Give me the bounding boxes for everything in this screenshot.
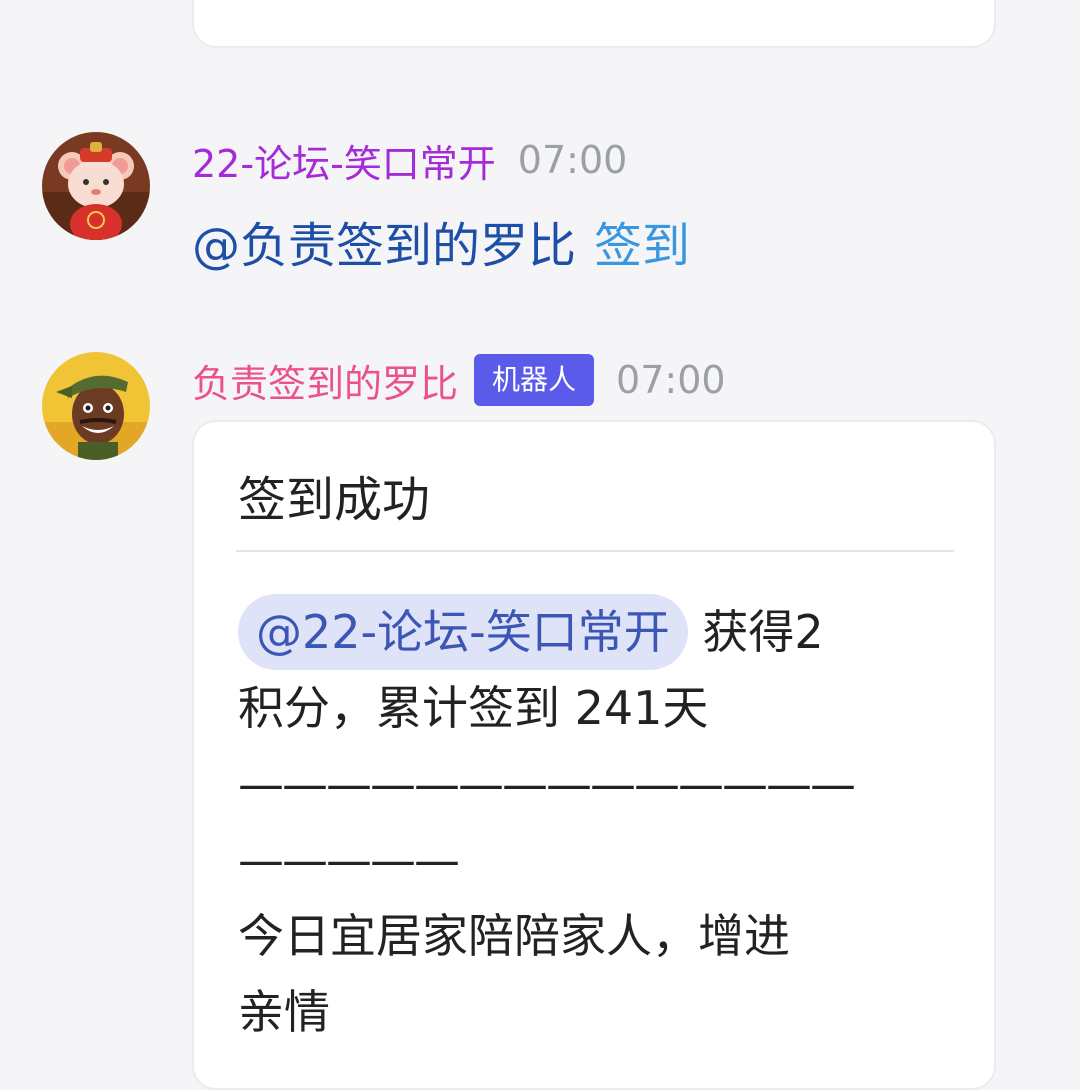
separator-line: —————: [238, 833, 460, 887]
fortune-text: 亲情: [238, 985, 330, 1039]
mention-link[interactable]: @负责签到的罗比: [192, 218, 576, 274]
card-line: @22-论坛-笑口常开 获得2: [238, 594, 938, 670]
chat-view: 22-论坛-笑口常开 07:00 @负责签到的罗比 签到 负责签到的罗比 机器人…: [0, 0, 1080, 1090]
mouse-mascot-avatar-icon[interactable]: [42, 132, 150, 240]
sender-name[interactable]: 22-论坛-笑口常开: [192, 133, 496, 188]
separator-line: ——————————————: [238, 757, 856, 811]
card-divider: [236, 550, 954, 552]
bot-badge: 机器人: [474, 354, 595, 406]
fortune-text: 今日宜居家陪陪家人，增进: [238, 909, 790, 963]
message-text: @负责签到的罗比 签到: [192, 206, 690, 276]
card-title: 签到成功: [238, 472, 431, 528]
command-link[interactable]: 签到: [594, 218, 690, 274]
user-mention-chip[interactable]: @22-论坛-笑口常开: [238, 594, 688, 670]
sender-name[interactable]: 负责签到的罗比: [192, 353, 458, 408]
checkin-result-card: 签到成功 @22-论坛-笑口常开 获得2 积分，累计签到 241天 ——————…: [192, 420, 996, 1090]
card-text: 获得2: [702, 605, 824, 659]
previous-message-card: [192, 0, 996, 48]
cartoon-man-avatar-icon[interactable]: [42, 352, 150, 460]
message-time: 07:00: [517, 138, 628, 182]
message-header: 22-论坛-笑口常开 07:00: [192, 130, 627, 190]
message-time: 07:00: [616, 358, 726, 402]
message-header: 负责签到的罗比 机器人 07:00: [192, 350, 726, 410]
card-line: 积分，累计签到 241天: [238, 681, 709, 735]
card-body: @22-论坛-笑口常开 获得2 积分，累计签到 241天 ———————————…: [238, 594, 938, 1050]
